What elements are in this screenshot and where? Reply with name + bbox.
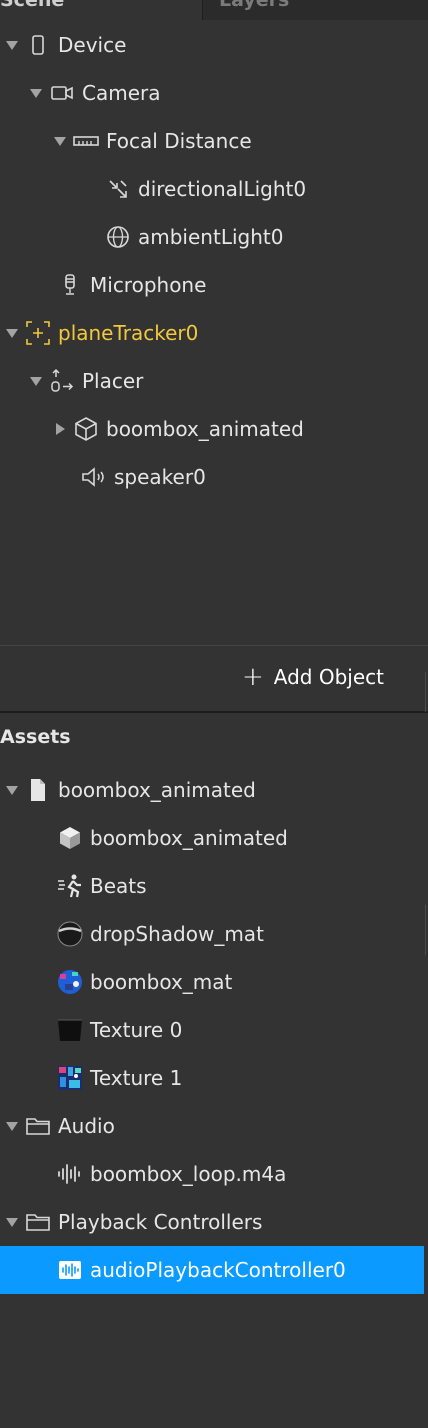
- ruler-icon: [72, 127, 100, 155]
- scene-item-label: ambientLight0: [138, 225, 284, 249]
- cube-outline-icon: [72, 415, 100, 443]
- asset-item-boombox-animated-file[interactable]: boombox_animated: [0, 766, 428, 814]
- scene-item-device[interactable]: Device: [0, 21, 428, 69]
- tab-scene-label: Scene: [0, 0, 65, 11]
- no-arrow: [32, 910, 56, 958]
- add-object-label: Add Object: [273, 665, 384, 689]
- globe-icon: [104, 223, 132, 251]
- animation-icon: [56, 872, 84, 900]
- expand-arrow-icon[interactable]: [0, 1198, 24, 1246]
- asset-item-label: audioPlaybackController0: [90, 1258, 346, 1282]
- texture-dark-icon: [56, 1016, 84, 1044]
- no-arrow: [32, 1246, 56, 1294]
- panel-edge-line: [425, 905, 426, 955]
- scene-item-focal-distance[interactable]: Focal Distance: [0, 117, 428, 165]
- scene-item-directional-light[interactable]: directionalLight0: [0, 165, 428, 213]
- expand-arrow-icon[interactable]: [0, 309, 24, 357]
- asset-item-beats[interactable]: Beats: [0, 862, 428, 910]
- asset-item-playback-controllers-folder[interactable]: Playback Controllers: [0, 1198, 428, 1246]
- no-arrow: [80, 165, 104, 213]
- scene-item-label: speaker0: [114, 465, 206, 489]
- no-arrow: [32, 1150, 56, 1198]
- scene-item-label: Device: [58, 33, 127, 57]
- texture-color-icon: [56, 1064, 84, 1092]
- speaker-icon: [80, 463, 108, 491]
- asset-item-label: dropShadow_mat: [90, 922, 264, 946]
- asset-item-label: Texture 1: [90, 1066, 183, 1090]
- expand-arrow-icon[interactable]: [0, 766, 24, 814]
- material-sphere-color-icon: [56, 968, 84, 996]
- material-sphere-dark-icon: [56, 920, 84, 948]
- asset-item-label: Beats: [90, 874, 147, 898]
- scene-item-label: Focal Distance: [106, 129, 252, 153]
- asset-item-dropshadow-mat[interactable]: dropShadow_mat: [0, 910, 428, 958]
- scene-item-label: planeTracker0: [58, 321, 199, 345]
- asset-item-label: Playback Controllers: [58, 1210, 263, 1234]
- asset-item-boombox-animated-mesh[interactable]: boombox_animated: [0, 814, 428, 862]
- expand-arrow-icon[interactable]: [48, 117, 72, 165]
- scene-item-ambient-light[interactable]: ambientLight0: [0, 213, 428, 261]
- expand-arrow-icon[interactable]: [0, 21, 24, 69]
- panel-edge-line: [425, 672, 426, 712]
- assets-title: Assets: [0, 726, 71, 748]
- expand-arrow-icon[interactable]: [0, 1102, 24, 1150]
- no-arrow: [32, 1006, 56, 1054]
- no-arrow: [80, 213, 104, 261]
- scene-item-microphone[interactable]: Microphone: [0, 261, 428, 309]
- tab-layers-label: Layers: [219, 0, 290, 11]
- cube-solid-icon: [56, 824, 84, 852]
- scene-item-label: Microphone: [90, 273, 207, 297]
- add-object-bar: + Add Object: [0, 646, 428, 712]
- folder-icon: [24, 1208, 52, 1236]
- asset-item-label: boombox_mat: [90, 970, 233, 994]
- expand-arrow-icon[interactable]: [48, 405, 72, 453]
- no-arrow: [32, 814, 56, 862]
- asset-item-boombox-mat[interactable]: boombox_mat: [0, 958, 428, 1006]
- folder-icon: [24, 1112, 52, 1140]
- expand-arrow-icon[interactable]: [24, 357, 48, 405]
- no-arrow: [56, 453, 80, 501]
- scene-item-label: Camera: [82, 81, 161, 105]
- audio-controller-icon: [56, 1256, 84, 1284]
- scene-item-camera[interactable]: Camera: [0, 69, 428, 117]
- scene-item-plane-tracker[interactable]: planeTracker0: [0, 309, 428, 357]
- no-arrow: [32, 261, 56, 309]
- asset-item-texture-1[interactable]: Texture 1: [0, 1054, 428, 1102]
- tab-scene[interactable]: Scene: [0, 0, 203, 20]
- asset-item-texture-0[interactable]: Texture 0: [0, 1006, 428, 1054]
- scene-item-boombox-animated[interactable]: boombox_animated: [0, 405, 428, 453]
- file-icon: [24, 776, 52, 804]
- scene-item-placer[interactable]: Placer: [0, 357, 428, 405]
- scene-item-label: Placer: [82, 369, 144, 393]
- asset-item-label: boombox_animated: [90, 826, 288, 850]
- tab-layers[interactable]: Layers: [203, 0, 428, 20]
- scene-item-speaker[interactable]: speaker0: [0, 453, 428, 501]
- asset-item-label: boombox_loop.m4a: [90, 1162, 287, 1186]
- no-arrow: [32, 862, 56, 910]
- asset-item-boombox-loop[interactable]: boombox_loop.m4a: [0, 1150, 428, 1198]
- scene-item-label: directionalLight0: [138, 177, 307, 201]
- asset-item-audio-playback-controller[interactable]: audioPlaybackController0: [0, 1246, 424, 1294]
- expand-arrow-icon[interactable]: [24, 69, 48, 117]
- asset-item-label: Texture 0: [90, 1018, 183, 1042]
- waveform-icon: [56, 1160, 84, 1188]
- panel-tabs: Scene Layers: [0, 0, 428, 20]
- plus-icon: +: [241, 662, 264, 692]
- camera-icon: [48, 79, 76, 107]
- panel-divider: [0, 711, 428, 713]
- asset-item-label: Audio: [58, 1114, 115, 1138]
- no-arrow: [32, 1054, 56, 1102]
- add-object-button[interactable]: + Add Object: [242, 664, 384, 690]
- asset-item-audio-folder[interactable]: Audio: [0, 1102, 428, 1150]
- no-arrow: [32, 958, 56, 1006]
- microphone-icon: [56, 271, 84, 299]
- scene-item-label: boombox_animated: [106, 417, 304, 441]
- directional-light-icon: [104, 175, 132, 203]
- plane-tracker-icon: [24, 319, 52, 347]
- placer-icon: [48, 367, 76, 395]
- asset-item-label: boombox_animated: [58, 778, 256, 802]
- phone-icon: [24, 31, 52, 59]
